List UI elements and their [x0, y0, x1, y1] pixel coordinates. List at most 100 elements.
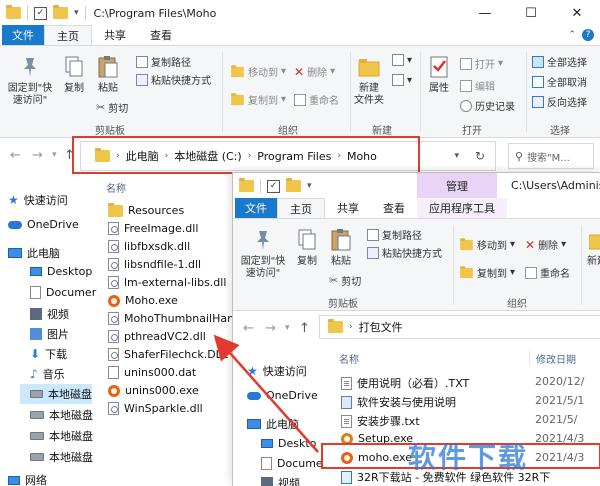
maximize-button[interactable]: ☐: [508, 0, 554, 26]
copy-button[interactable]: 复制: [293, 227, 321, 268]
list-item[interactable]: FreeImage.dll: [108, 222, 198, 235]
list-item[interactable]: unins000.exe: [108, 384, 199, 397]
rename-button[interactable]: 重命名: [294, 92, 339, 107]
tab-share[interactable]: 共享: [325, 198, 371, 218]
back-arrow-icon[interactable]: ←: [243, 321, 254, 336]
tab-file[interactable]: 文件: [235, 198, 277, 218]
list-item[interactable]: libfbxsdk.dll: [108, 240, 190, 253]
list-item[interactable]: 软件安装与使用说明: [341, 394, 456, 410]
copy-to-button[interactable]: 复制到 ▾: [230, 92, 286, 107]
paste-button[interactable]: 粘贴: [94, 54, 122, 95]
tab-home[interactable]: 主页: [277, 198, 325, 218]
column-header-name[interactable]: 名称: [106, 180, 126, 195]
close-button[interactable]: ✕: [554, 0, 600, 26]
paste-shortcut-button[interactable]: 粘贴快捷方式: [367, 245, 442, 260]
nav-item-music[interactable]: ♪ 音乐: [30, 366, 65, 382]
open-button[interactable]: 打开 ▾: [460, 56, 503, 71]
invert-selection-button[interactable]: 反向选择: [532, 94, 587, 109]
forward-arrow-icon[interactable]: →: [265, 321, 276, 336]
paste-button[interactable]: 粘贴: [327, 227, 355, 268]
nav-item-quick-access[interactable]: ★ 快速访问: [247, 363, 307, 379]
manage-context-tab[interactable]: 管理: [417, 173, 497, 199]
tab-share[interactable]: 共享: [92, 25, 138, 45]
column-header-name[interactable]: 名称: [339, 351, 359, 366]
list-item[interactable]: Moho.exe: [108, 294, 178, 307]
refresh-icon[interactable]: ↻: [475, 149, 485, 163]
ribbon-collapse-icon[interactable]: ⌃: [568, 30, 576, 40]
help-icon[interactable]: ?: [582, 29, 594, 41]
recent-dropdown-icon[interactable]: ▾: [285, 323, 290, 333]
column-header-date[interactable]: 修改日期: [529, 351, 576, 366]
nav-item-local-disk[interactable]: 本地磁盘: [30, 449, 93, 465]
copy-path-button[interactable]: 复制路径: [367, 227, 422, 242]
search-box[interactable]: ⚲ 搜索"M...: [508, 143, 594, 169]
list-item[interactable]: libsndfile-1.dll: [108, 258, 201, 271]
new-item-button[interactable]: ▾: [392, 54, 412, 66]
forward-arrow-icon[interactable]: →: [32, 148, 43, 163]
list-item[interactable]: MohoThumbnailHandl: [108, 312, 244, 325]
new-folder-button[interactable]: 新建 文件夹: [352, 54, 386, 107]
move-to-button[interactable]: 移动到 ▾: [230, 64, 286, 79]
nav-item-network[interactable]: 网络: [8, 472, 47, 486]
tab-file[interactable]: 文件: [2, 25, 44, 45]
breadcrumb-pack-folder[interactable]: 打包文件: [359, 319, 403, 335]
qat-dropdown-icon[interactable]: ▾: [74, 8, 79, 18]
nav-item-desktop[interactable]: Deskto: [261, 437, 316, 450]
nav-item-local-disk[interactable]: 本地磁盘: [30, 407, 93, 423]
list-item[interactable]: WinSparkle.dll: [108, 402, 203, 415]
nav-item-onedrive[interactable]: OneDrive: [247, 389, 318, 402]
new-folder-button[interactable]: 新建: [585, 227, 600, 268]
nav-item-documents[interactable]: Documer: [30, 286, 96, 299]
nav-item-local-disk[interactable]: 本地磁盘: [20, 384, 92, 404]
nav-item-this-pc[interactable]: 此电脑: [247, 416, 299, 432]
nav-item-videos[interactable]: 视频: [261, 475, 300, 486]
list-item[interactable]: unins000.dat: [108, 366, 196, 379]
tab-home[interactable]: 主页: [44, 25, 92, 45]
nav-item-documents[interactable]: Docume: [261, 457, 323, 470]
copy-path-button[interactable]: 复制路径: [136, 54, 191, 69]
select-none-button[interactable]: 全部取消: [532, 74, 587, 89]
up-arrow-icon[interactable]: ↑: [299, 321, 310, 336]
address-dropdown-icon[interactable]: ▾: [454, 151, 459, 161]
delete-button[interactable]: ✕ 删除 ▾: [525, 237, 566, 253]
nav-item-this-pc[interactable]: 此电脑: [8, 245, 60, 261]
new-folder-qat-icon[interactable]: [286, 178, 301, 192]
move-to-button[interactable]: 移动到 ▾: [459, 237, 515, 252]
rename-button[interactable]: 重命名: [525, 265, 570, 280]
select-all-button[interactable]: 全部选择: [532, 54, 587, 69]
history-button[interactable]: 历史记录: [460, 98, 515, 113]
nav-item-local-disk[interactable]: 本地磁盘: [30, 428, 93, 444]
cut-button[interactable]: ✂ 剪切: [96, 100, 128, 115]
minimize-button[interactable]: —: [462, 0, 508, 26]
new-folder-qat-icon[interactable]: [53, 5, 68, 19]
properties-button[interactable]: 属性: [424, 54, 454, 95]
nav-item-quick-access[interactable]: ★ 快速访问: [8, 192, 68, 208]
easy-access-button[interactable]: ▾: [392, 74, 412, 86]
cut-button[interactable]: ✂ 剪切: [329, 273, 361, 288]
back-arrow-icon[interactable]: ←: [10, 148, 21, 163]
list-item[interactable]: 安装步骤.txt: [341, 413, 420, 429]
list-item[interactable]: Resources: [108, 202, 184, 217]
list-item[interactable]: lm-external-libs.dll: [108, 276, 226, 289]
properties-check-icon[interactable]: ✓: [267, 179, 280, 193]
address-bar[interactable]: › 打包文件: [319, 315, 600, 339]
nav-item-onedrive[interactable]: OneDrive: [8, 218, 79, 231]
tab-view[interactable]: 查看: [138, 25, 184, 45]
list-item[interactable]: ShaferFilechck.DLL: [108, 348, 228, 361]
nav-item-downloads[interactable]: ⬇ 下载: [30, 346, 67, 362]
nav-item-pictures[interactable]: 图片: [30, 326, 69, 342]
properties-check-icon[interactable]: ✓: [34, 6, 47, 20]
list-item[interactable]: pthreadVC2.dll: [108, 330, 206, 343]
pin-quick-access-button[interactable]: 固定到"快 速访问": [237, 227, 289, 280]
list-item[interactable]: 使用说明（必看）.TXT: [341, 375, 469, 391]
edit-button[interactable]: 编辑: [460, 78, 495, 93]
copy-button[interactable]: 复制: [60, 54, 88, 95]
tab-view[interactable]: 查看: [371, 198, 417, 218]
nav-item-videos[interactable]: 视频: [30, 306, 69, 322]
qat-dropdown-icon[interactable]: ▾: [307, 181, 312, 191]
tab-app-tools[interactable]: 应用程序工具: [417, 198, 507, 218]
copy-to-button[interactable]: 复制到 ▾: [459, 265, 515, 280]
recent-dropdown-icon[interactable]: ▾: [52, 150, 57, 160]
nav-item-desktop[interactable]: Desktop: [30, 265, 92, 278]
paste-shortcut-button[interactable]: 粘贴快捷方式: [136, 72, 211, 87]
